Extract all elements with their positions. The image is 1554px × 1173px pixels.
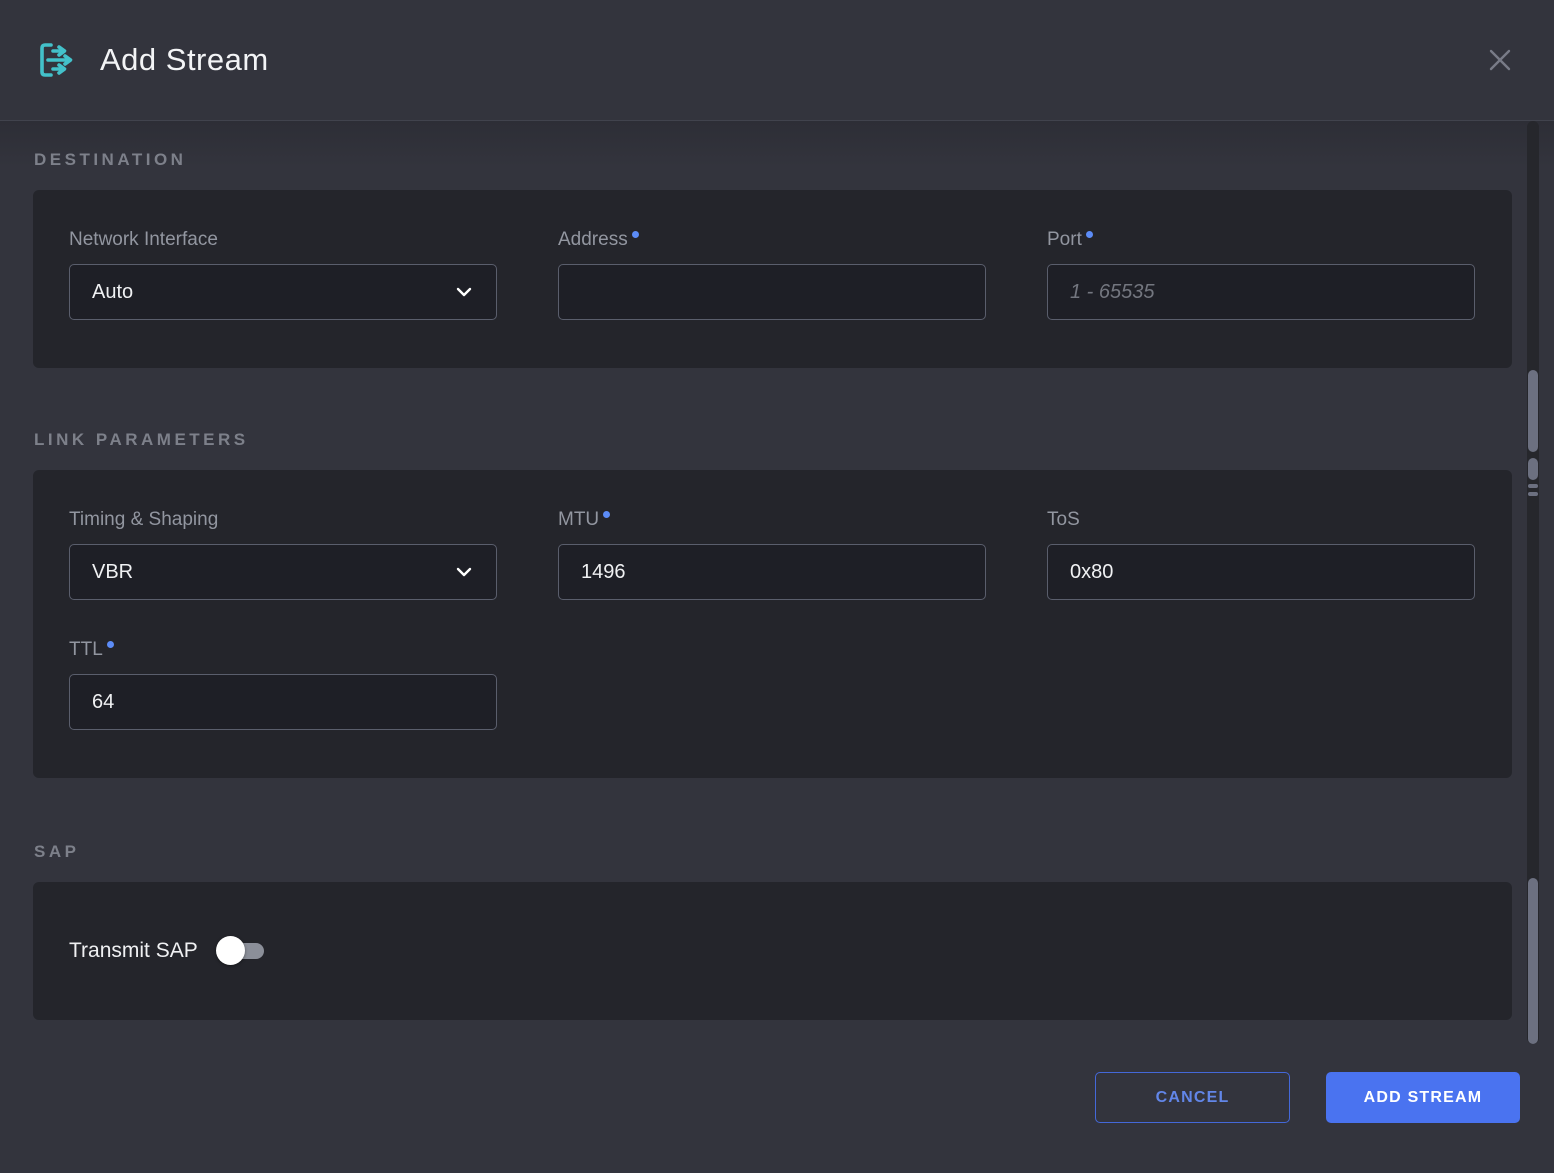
required-dot	[603, 511, 610, 518]
timing-shaping-select[interactable]: VBR	[69, 544, 497, 600]
link-parameters-panel: Timing & Shaping VBR MTU	[33, 470, 1512, 778]
destination-panel: Network Interface Auto Address	[33, 190, 1512, 368]
sap-panel: Transmit SAP	[33, 882, 1512, 1020]
transmit-sap-toggle[interactable]	[216, 936, 264, 966]
ttl-label: TTL	[69, 638, 497, 662]
ttl-field: TTL	[69, 638, 497, 730]
mtu-input[interactable]	[558, 544, 986, 600]
stream-out-icon	[34, 38, 78, 82]
dialog-body: DESTINATION Network Interface Auto	[0, 121, 1554, 1123]
toggle-knob	[216, 936, 245, 965]
port-field: Port	[1047, 228, 1475, 320]
tos-label: ToS	[1047, 508, 1475, 532]
cancel-button[interactable]: CANCEL	[1095, 1072, 1290, 1123]
scrollbar-thumb[interactable]	[1528, 878, 1538, 1044]
section-title-link-parameters: LINK PARAMETERS	[33, 368, 1512, 452]
required-dot	[632, 231, 639, 238]
required-dot	[107, 641, 114, 648]
mtu-label: MTU	[558, 508, 986, 532]
required-dot	[1086, 231, 1093, 238]
address-field: Address	[558, 228, 986, 320]
scrollbar-thumb-mini[interactable]	[1528, 458, 1538, 480]
add-stream-dialog: Add Stream DESTINATION Network Interface…	[0, 0, 1554, 1173]
network-interface-select[interactable]: Auto	[69, 264, 497, 320]
dialog-header: Add Stream	[0, 0, 1554, 120]
chevron-down-icon	[454, 282, 474, 302]
dialog-footer: CANCEL ADD STREAM	[33, 1020, 1520, 1123]
transmit-sap-row: Transmit SAP	[69, 936, 264, 966]
port-input[interactable]	[1047, 264, 1475, 320]
mtu-field: MTU	[558, 508, 986, 600]
scrollbar-thumb[interactable]	[1528, 370, 1538, 452]
network-interface-value: Auto	[92, 281, 133, 304]
tos-field: ToS	[1047, 508, 1475, 600]
network-interface-field: Network Interface Auto	[69, 228, 497, 320]
add-stream-button[interactable]: ADD STREAM	[1326, 1072, 1520, 1123]
timing-shaping-value: VBR	[92, 561, 133, 584]
chevron-down-icon	[454, 562, 474, 582]
dialog-title: Add Stream	[100, 42, 269, 78]
network-interface-label: Network Interface	[69, 228, 497, 252]
close-icon	[1485, 45, 1515, 75]
transmit-sap-label: Transmit SAP	[69, 939, 198, 963]
scrollbar-track[interactable]	[1527, 121, 1539, 1044]
section-title-destination: DESTINATION	[33, 121, 1512, 172]
ttl-input[interactable]	[69, 674, 497, 730]
address-label: Address	[558, 228, 986, 252]
timing-shaping-label: Timing & Shaping	[69, 508, 497, 532]
scrollbar-dash	[1528, 484, 1538, 488]
close-button[interactable]	[1480, 40, 1520, 80]
scrollbar-dash	[1528, 492, 1538, 496]
address-input[interactable]	[558, 264, 986, 320]
section-title-sap: SAP	[33, 778, 1512, 864]
port-label: Port	[1047, 228, 1475, 252]
timing-shaping-field: Timing & Shaping VBR	[69, 508, 497, 600]
tos-input[interactable]	[1047, 544, 1475, 600]
